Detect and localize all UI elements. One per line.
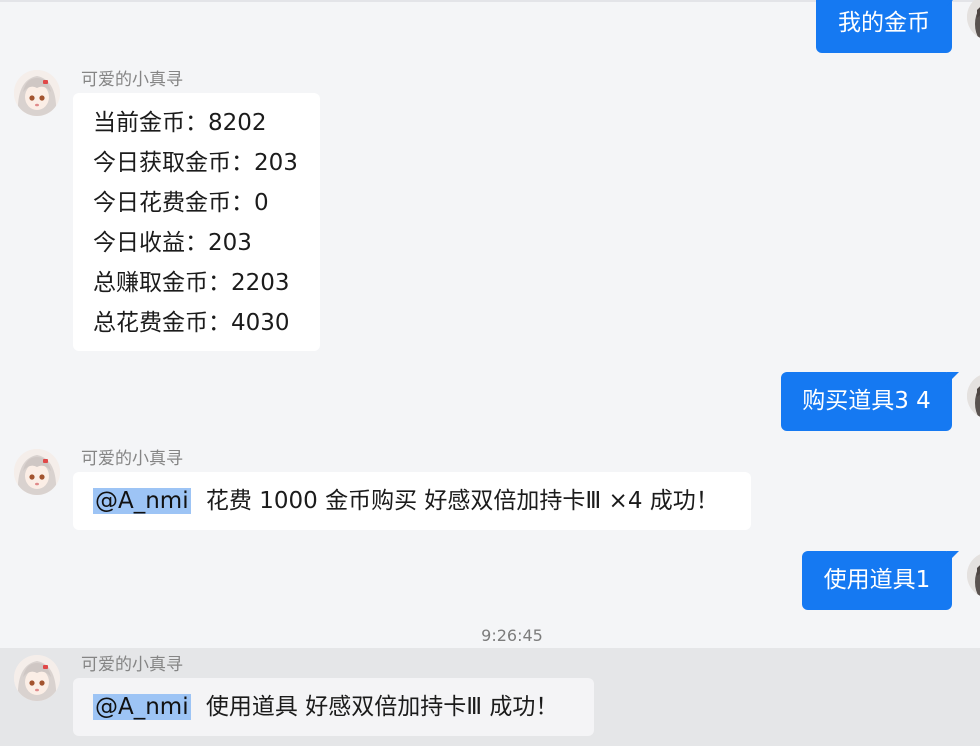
stats-line: 总赚取金币：2203 [93,270,290,296]
sender-name: 可爱的小真寻 [81,70,183,90]
hovered-message-row[interactable]: 可爱的小真寻 @A_nmi 使用道具 好感双倍加持卡Ⅲ 成功！ [0,648,980,746]
user-avatar-icon [967,552,980,598]
user-avatar[interactable] [967,0,980,40]
stats-line: 总花费金币：4030 [93,310,290,336]
outgoing-message[interactable]: 我的金币 [816,0,959,53]
outgoing-message[interactable]: 使用道具1 [802,551,959,610]
stats-line: 今日收益：203 [93,230,252,256]
user-avatar-icon [967,0,980,40]
use-item-reply-message[interactable]: @A_nmi 使用道具 好感双倍加持卡Ⅲ 成功！ [73,678,594,736]
stats-line: 今日获取金币：203 [93,150,298,176]
coin-stats-message[interactable]: 当前金币：8202 今日获取金币：203 今日花费金币：0 今日收益：203 总… [73,93,320,351]
bot-avatar[interactable] [14,449,60,495]
anime-girl-avatar-icon [14,449,60,495]
outgoing-message[interactable]: 购买道具3 4 [781,372,959,431]
bot-avatar[interactable] [14,655,60,701]
stats-line: 今日花费金币：0 [93,190,269,216]
stats-line: 当前金币：8202 [93,110,267,136]
sender-name: 可爱的小真寻 [81,449,183,469]
user-avatar[interactable] [967,552,980,598]
anime-girl-avatar-icon [14,655,60,701]
bot-avatar[interactable] [14,70,60,116]
anime-girl-avatar-icon [14,70,60,116]
purchase-reply-message[interactable]: @A_nmi 花费 1000 金币购买 好感双倍加持卡Ⅲ ×4 成功！ [73,472,751,530]
reply-text: 使用道具 好感双倍加持卡Ⅲ 成功！ [205,694,559,720]
mention-tag[interactable]: @A_nmi [93,694,191,720]
user-avatar-icon [967,373,980,419]
user-avatar[interactable] [967,373,980,419]
sender-name: 可爱的小真寻 [81,655,183,675]
mention-tag[interactable]: @A_nmi [93,488,191,514]
message-timestamp: 9:26:45 [481,626,543,645]
reply-text: 花费 1000 金币购买 好感双倍加持卡Ⅲ ×4 成功！ [205,488,719,514]
